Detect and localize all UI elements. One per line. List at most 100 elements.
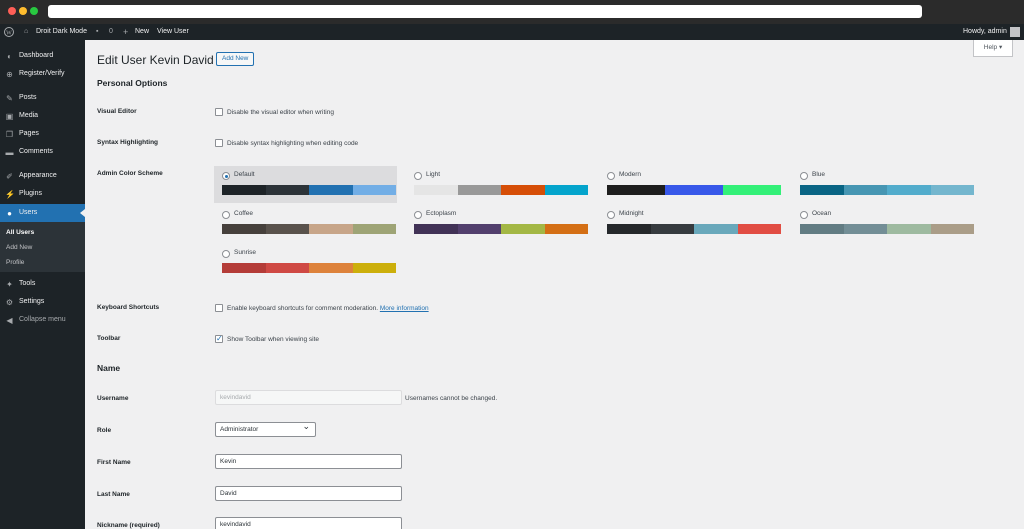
collapse-icon: ◀ xyxy=(6,316,13,325)
swatch xyxy=(723,185,781,195)
color-scheme-coffee[interactable]: Coffee xyxy=(214,205,397,242)
sidebar-item-plugins[interactable]: ⚡ Plugins xyxy=(0,186,85,202)
color-scheme-name: Midnight xyxy=(619,210,644,217)
sidebar-item-tools[interactable]: ✦ Tools xyxy=(0,276,85,292)
color-scheme-name: Coffee xyxy=(234,210,254,217)
swatch xyxy=(352,224,396,234)
sidebar-item-label: Collapse menu xyxy=(19,316,66,323)
color-scheme-name: Blue xyxy=(812,171,826,178)
color-scheme-radio[interactable] xyxy=(222,250,230,258)
color-scheme-radio[interactable] xyxy=(414,211,422,219)
swatch xyxy=(607,224,651,234)
sidebar-item-dashboard[interactable]: ◐ Dashboard xyxy=(0,48,85,64)
color-scheme-default[interactable]: Default xyxy=(214,166,397,203)
sidebar-collapse-menu[interactable]: ◀ Collapse menu xyxy=(0,312,85,328)
comments-count[interactable]: 0 xyxy=(109,24,113,40)
sidebar-item-media[interactable]: ▣ Media xyxy=(0,108,85,124)
swatch xyxy=(930,224,974,234)
wordpress-logo-icon[interactable]: W xyxy=(4,24,14,40)
keyboard-shortcuts-checkbox[interactable] xyxy=(215,304,223,312)
wrench-icon: ✦ xyxy=(6,280,13,289)
swatch xyxy=(501,224,545,234)
color-scheme-radio[interactable] xyxy=(607,172,615,180)
comment-icon[interactable]: ▪ xyxy=(96,24,98,40)
role-select[interactable]: Administrator xyxy=(215,420,316,437)
maximize-window-dot[interactable] xyxy=(30,7,38,15)
syntax-highlighting-label: Syntax Highlighting xyxy=(97,139,159,146)
nickname-field[interactable]: kevindavid xyxy=(215,517,402,529)
swatch xyxy=(887,185,931,195)
color-scheme-blue[interactable]: Blue xyxy=(792,166,975,203)
sidebar-item-pages[interactable]: ❐ Pages xyxy=(0,126,85,142)
plus-icon: + xyxy=(123,27,129,37)
last-name-field[interactable]: David xyxy=(215,486,402,501)
page-title: Edit User Kevin David xyxy=(97,53,214,67)
add-new-button[interactable]: Add New xyxy=(216,52,255,66)
submenu-add-new[interactable]: Add New xyxy=(6,244,32,251)
color-scheme-radio[interactable] xyxy=(800,211,808,219)
new-content-link[interactable]: New xyxy=(135,24,149,40)
sidebar-item-settings[interactable]: ⚙ Settings xyxy=(0,294,85,310)
color-scheme-sunrise[interactable]: Sunrise xyxy=(214,244,397,281)
color-scheme-radio[interactable] xyxy=(414,172,422,180)
swatch xyxy=(309,185,353,195)
swatch xyxy=(694,224,738,234)
color-scheme-light[interactable]: Light xyxy=(406,166,589,203)
swatch xyxy=(265,224,309,234)
swatch xyxy=(309,224,353,234)
sidebar-item-users[interactable]: ● Users xyxy=(0,204,85,222)
close-window-dot[interactable] xyxy=(8,7,16,15)
swatch xyxy=(222,224,266,234)
swatch xyxy=(800,185,844,195)
sidebar-item-posts[interactable]: ✎ Posts xyxy=(0,90,85,106)
color-scheme-radio[interactable] xyxy=(222,172,230,180)
help-tab-button[interactable]: Help ▾ xyxy=(973,40,1013,57)
name-heading: Name xyxy=(97,363,121,373)
color-scheme-radio[interactable] xyxy=(800,172,808,180)
color-swatches xyxy=(222,263,396,273)
color-scheme-ocean[interactable]: Ocean xyxy=(792,205,975,242)
users-submenu: All Users Add New Profile xyxy=(0,222,85,272)
swatch xyxy=(414,224,458,234)
visual-editor-checkbox[interactable] xyxy=(215,108,223,116)
sidebar-item-register-verify[interactable]: ⊕ Register/Verify xyxy=(0,66,85,82)
pin-icon: ✎ xyxy=(6,94,13,103)
swatch xyxy=(265,263,309,273)
sidebar-item-label: Users xyxy=(19,209,38,216)
plugin-icon: ⚡ xyxy=(5,190,15,199)
howdy-account-link[interactable]: Howdy, admin xyxy=(963,24,1007,40)
more-information-link[interactable]: More information xyxy=(380,305,429,312)
color-scheme-ectoplasm[interactable]: Ectoplasm xyxy=(406,205,589,242)
color-scheme-modern[interactable]: Modern xyxy=(599,166,782,203)
color-swatches xyxy=(800,185,974,195)
color-scheme-midnight[interactable]: Midnight xyxy=(599,205,782,242)
submenu-all-users[interactable]: All Users xyxy=(6,229,34,236)
view-user-link[interactable]: View User xyxy=(157,24,189,40)
site-name-link[interactable]: Droit Dark Mode xyxy=(36,24,87,40)
sidebar-item-label: Pages xyxy=(19,130,39,137)
toolbar-checkbox[interactable] xyxy=(215,334,223,343)
color-scheme-radio[interactable] xyxy=(222,211,230,219)
color-swatches xyxy=(607,224,781,234)
swatch xyxy=(544,224,588,234)
first-name-field[interactable]: Kevin xyxy=(215,454,402,469)
color-swatches xyxy=(800,224,974,234)
color-swatches xyxy=(222,185,396,195)
username-note: Usernames cannot be changed. xyxy=(405,395,498,402)
minimize-window-dot[interactable] xyxy=(19,7,27,15)
swatch xyxy=(737,224,781,234)
admin-color-scheme-label: Admin Color Scheme xyxy=(97,170,163,177)
sidebar-item-comments[interactable]: ▬ Comments xyxy=(0,144,85,160)
toolbar-label: Toolbar xyxy=(97,335,121,342)
admin-sidebar: ◐ Dashboard ⊕ Register/Verify ✎ Posts ▣ … xyxy=(0,40,85,529)
role-selected-value: Administrator xyxy=(220,426,259,433)
address-bar[interactable] xyxy=(48,5,922,18)
toolbar-text: Show Toolbar when viewing site xyxy=(227,336,320,343)
syntax-highlighting-checkbox[interactable] xyxy=(215,139,223,147)
submenu-profile[interactable]: Profile xyxy=(6,259,24,266)
nickname-label: Nickname (required) xyxy=(97,522,160,529)
swatch xyxy=(843,185,887,195)
color-scheme-radio[interactable] xyxy=(607,211,615,219)
sidebar-item-appearance[interactable]: ✐ Appearance xyxy=(0,168,85,184)
avatar[interactable] xyxy=(1010,27,1020,37)
